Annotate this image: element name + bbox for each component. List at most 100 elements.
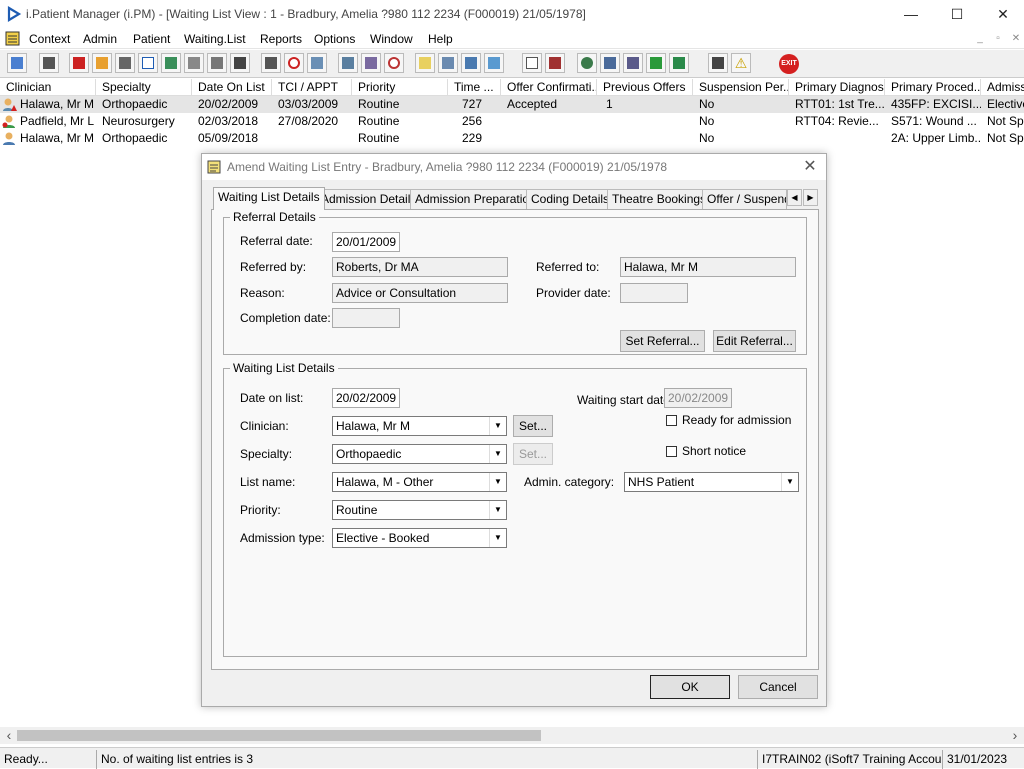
- edit-referral-button[interactable]: Edit Referral...: [713, 330, 796, 352]
- list-icon[interactable]: [415, 53, 435, 73]
- tab-coding-details[interactable]: Coding Details: [526, 189, 615, 209]
- tab-admission-details[interactable]: Admission Details: [316, 189, 422, 209]
- green-arrows-icon[interactable]: [646, 53, 666, 73]
- patient-book-icon[interactable]: [39, 53, 59, 73]
- warning-icon[interactable]: ⚠: [731, 53, 751, 73]
- edit-pencil-icon[interactable]: [92, 53, 112, 73]
- col-primary-procedure[interactable]: Primary Proced...: [885, 79, 981, 96]
- bar-chart-icon[interactable]: [545, 53, 565, 73]
- check-list-icon[interactable]: [461, 53, 481, 73]
- clock-icon[interactable]: [284, 53, 304, 73]
- cell-time: 727: [462, 97, 483, 111]
- scroll-right-button[interactable]: ›: [1008, 727, 1022, 744]
- chevron-down-icon[interactable]: ▼: [489, 529, 506, 547]
- mdi-close-button[interactable]: ✕: [1008, 32, 1024, 46]
- set-specialty-button[interactable]: Set...: [513, 443, 553, 465]
- sign-icon[interactable]: [207, 53, 227, 73]
- priority-select[interactable]: Routine ▼: [332, 500, 507, 520]
- swap-icon[interactable]: [708, 53, 728, 73]
- admin-category-select[interactable]: NHS Patient ▼: [624, 472, 799, 492]
- menu-context[interactable]: Context: [24, 29, 75, 49]
- transfer-icon[interactable]: [484, 53, 504, 73]
- patient-icon: [3, 132, 15, 145]
- tab-waiting-list-details[interactable]: Waiting List Details: [213, 187, 325, 210]
- col-clinician[interactable]: Clinician: [0, 79, 96, 96]
- chevron-down-icon[interactable]: ▼: [489, 473, 506, 491]
- table-row[interactable]: Halawa, Mr M Orthopaedic 05/09/2018 Rout…: [0, 130, 1024, 147]
- menu-help[interactable]: Help: [423, 29, 458, 49]
- date-on-list-field[interactable]: 20/02/2009: [332, 388, 400, 408]
- dialog-close-button[interactable]: ✕: [800, 157, 820, 177]
- admission-type-select[interactable]: Elective - Booked ▼: [332, 528, 507, 548]
- car-icon[interactable]: [230, 53, 250, 73]
- no-entry-icon[interactable]: [384, 53, 404, 73]
- maximize-button[interactable]: ☐: [934, 0, 980, 28]
- mdi-minimize-button[interactable]: _: [972, 32, 988, 46]
- chevron-down-icon[interactable]: ▼: [489, 501, 506, 519]
- tab-scroll-left-button[interactable]: ◀: [787, 189, 802, 206]
- col-priority[interactable]: Priority: [352, 79, 448, 96]
- chart-icon[interactable]: [338, 53, 358, 73]
- letter-icon[interactable]: [600, 53, 620, 73]
- ok-button[interactable]: OK: [650, 675, 730, 699]
- mdi-restore-button[interactable]: ▫: [990, 32, 1006, 46]
- col-offer-confirmation[interactable]: Offer Confirmati...: [501, 79, 597, 96]
- col-date-on-list[interactable]: Date On List: [192, 79, 272, 96]
- document-icon[interactable]: [115, 53, 135, 73]
- cancel-button[interactable]: Cancel: [738, 675, 818, 699]
- context-icon[interactable]: [7, 53, 27, 73]
- menu-options[interactable]: Options: [309, 29, 360, 49]
- col-tci-appt[interactable]: TCI / APPT: [272, 79, 352, 96]
- monitor-icon[interactable]: [307, 53, 327, 73]
- col-time[interactable]: Time ...: [448, 79, 501, 96]
- tab-theatre-bookings[interactable]: Theatre Bookings: [607, 189, 712, 209]
- globe-icon[interactable]: [577, 53, 597, 73]
- doc-check-icon[interactable]: [623, 53, 643, 73]
- table-row[interactable]: Padfield, Mr L Neurosurgery 02/03/2018 2…: [0, 113, 1024, 130]
- cell-time: 229: [462, 131, 483, 145]
- tab-scroll-right-button[interactable]: ▶: [803, 189, 818, 206]
- notes-icon[interactable]: [361, 53, 381, 73]
- page-icon[interactable]: [522, 53, 542, 73]
- short-notice-label: Short notice: [682, 444, 747, 458]
- red-book-icon[interactable]: [69, 53, 89, 73]
- exit-icon[interactable]: EXIT: [779, 54, 799, 74]
- col-previous-offers[interactable]: Previous Offers: [597, 79, 693, 96]
- green-refresh-icon[interactable]: [669, 53, 689, 73]
- col-primary-diagnosis[interactable]: Primary Diagnosis: [789, 79, 885, 96]
- tab-admission-preparation[interactable]: Admission Preparation: [410, 189, 541, 209]
- col-admission[interactable]: Admissi: [981, 79, 1024, 96]
- chevron-down-icon[interactable]: ▼: [489, 445, 506, 463]
- close-window-button[interactable]: ✕: [980, 0, 1024, 28]
- context-menu-icon[interactable]: [5, 31, 20, 46]
- short-notice-checkbox[interactable]: [666, 446, 677, 457]
- set-clinician-button[interactable]: Set...: [513, 415, 553, 437]
- ready-for-admission-checkbox[interactable]: [666, 415, 677, 426]
- specialty-select[interactable]: Orthopaedic ▼: [332, 444, 507, 464]
- col-suspension-period[interactable]: Suspension Per...: [693, 79, 789, 96]
- chevron-down-icon[interactable]: ▼: [781, 473, 798, 491]
- scissors-icon[interactable]: [261, 53, 281, 73]
- scrollbar-thumb[interactable]: [17, 730, 541, 741]
- scroll-left-button[interactable]: ‹: [2, 727, 16, 744]
- person-icon[interactable]: [161, 53, 181, 73]
- menu-patient[interactable]: Patient: [128, 29, 175, 49]
- minimize-button[interactable]: —: [888, 0, 934, 28]
- list-name-select[interactable]: Halawa, M - Other ▼: [332, 472, 507, 492]
- horizontal-scrollbar[interactable]: ‹ ›: [0, 727, 1024, 744]
- menu-window[interactable]: Window: [365, 29, 418, 49]
- clinician-select[interactable]: Halawa, Mr M ▼: [332, 416, 507, 436]
- mail-m-icon[interactable]: [138, 53, 158, 73]
- menu-waiting-list[interactable]: Waiting.List: [179, 29, 251, 49]
- set-referral-button[interactable]: Set Referral...: [620, 330, 705, 352]
- close-list-icon[interactable]: [438, 53, 458, 73]
- menu-reports[interactable]: Reports: [255, 29, 307, 49]
- referral-date-field[interactable]: 20/01/2009: [332, 232, 400, 252]
- tab-offer-suspend[interactable]: Offer / Suspend: [702, 189, 787, 209]
- table-row[interactable]: Halawa, Mr M Orthopaedic 20/02/2009 03/0…: [0, 96, 1024, 113]
- chevron-down-icon[interactable]: ▼: [489, 417, 506, 435]
- menu-admin[interactable]: Admin: [78, 29, 122, 49]
- cell-date-on-list: 05/09/2018: [198, 131, 259, 145]
- form-icon[interactable]: [184, 53, 204, 73]
- col-specialty[interactable]: Specialty: [96, 79, 192, 96]
